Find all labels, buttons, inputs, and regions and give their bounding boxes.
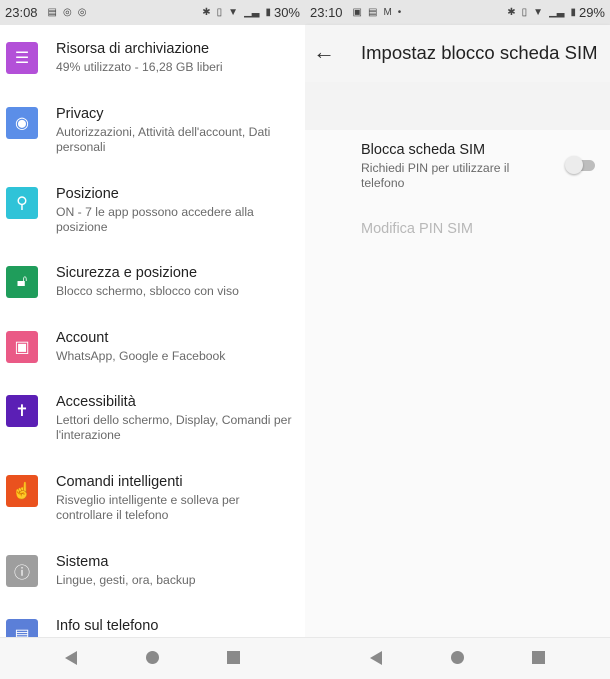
notes-icon: ▤ (47, 7, 57, 18)
lock-sim-title: Blocca scheda SIM (361, 142, 486, 158)
location-pin-icon: ⚲ (6, 187, 38, 219)
vibrate-icon: ▯ (521, 7, 528, 18)
settings-item-subtitle: Autorizzazioni, Attività dell'account, D… (56, 125, 271, 154)
settings-item[interactable]: ▣ Account WhatsApp, Google e Facebook (0, 330, 305, 390)
settings-panel: 23:08 ▤ ◎ ◎ ✱ ▯ ▼ ▁▃ ▮ 30% ☰ Risorsa di … (0, 0, 305, 679)
navigation-bar (305, 637, 610, 679)
status-bar: 23:10 ▣ ▤ M • ✱ ▯ ▼ ▁▃ ▮ 29% (305, 0, 610, 25)
battery-level: 29% (578, 5, 605, 20)
signal-icon: ▁▃ (244, 7, 260, 18)
home-nav-icon[interactable] (146, 651, 159, 664)
dot-icon: • (397, 7, 402, 18)
privacy-eye-icon: ◉ (6, 107, 38, 139)
status-time: 23:10 (310, 5, 343, 20)
recents-nav-icon[interactable] (227, 651, 240, 664)
settings-item-title: Risorsa di archiviazione (56, 41, 210, 57)
lock-sim-subtitle: Richiedi PIN per utilizzare il telefono (361, 161, 510, 190)
battery-icon: ▮ (265, 7, 271, 18)
storage-icon: ☰ (6, 42, 38, 74)
signal-icon: ▁▃ (549, 7, 565, 18)
settings-item-title: Sicurezza e posizione (56, 265, 198, 281)
settings-item[interactable]: 🔓︎ Sicurezza e posizione Blocco schermo,… (0, 265, 305, 325)
account-icon: ▣ (6, 331, 38, 363)
status-bar: 23:08 ▤ ◎ ◎ ✱ ▯ ▼ ▁▃ ▮ 30% (0, 0, 305, 25)
settings-item[interactable]: ☰ Risorsa di archiviazione 49% utilizzat… (0, 41, 305, 101)
toolbar: ← Impostaz blocco scheda SIM (305, 25, 610, 82)
sim-lock-panel: 23:10 ▣ ▤ M • ✱ ▯ ▼ ▁▃ ▮ 29% ← Impostaz … (305, 0, 610, 679)
battery-level: 30% (273, 5, 300, 20)
notes-icon: ▤ (368, 7, 378, 18)
back-nav-icon[interactable] (65, 651, 77, 665)
settings-item-title: Comandi intelligenti (56, 474, 183, 490)
settings-item-title: Accessibilità (56, 394, 136, 410)
hand-gesture-icon: ☝ (6, 475, 38, 507)
battery-icon: ▮ (570, 7, 576, 18)
spacer-band (305, 82, 610, 130)
settings-item-title: Sistema (56, 554, 109, 570)
wifi-icon: ▼ (533, 7, 544, 18)
image-icon: ▣ (352, 7, 362, 18)
vpn-icon: ◎ (63, 7, 72, 18)
settings-item-subtitle: Lettori dello schermo, Display, Comandi … (56, 413, 292, 442)
info-circle-icon: ⓘ (6, 555, 38, 587)
settings-item-subtitle: ON - 7 le app possono accedere alla posi… (56, 205, 254, 234)
settings-item[interactable]: ☝ Comandi intelligenti Risveglio intelli… (0, 474, 305, 534)
settings-item[interactable]: ⚲ Posizione ON - 7 le app possono accede… (0, 186, 305, 246)
settings-item-subtitle: Lingue, gesti, ora, backup (56, 573, 196, 587)
settings-item[interactable]: ✝ Accessibilità Lettori dello schermo, D… (0, 394, 305, 454)
lock-sim-toggle[interactable] (565, 156, 595, 174)
bluetooth-icon: ✱ (507, 7, 516, 18)
settings-item-subtitle: Blocco schermo, sblocco con viso (56, 284, 239, 298)
gmail-icon: M (383, 7, 392, 18)
settings-item-title: Info sul telefono (56, 618, 159, 634)
settings-item-title: Privacy (56, 106, 104, 122)
navigation-bar (0, 637, 305, 679)
settings-item-subtitle: Risveglio intelligente e solleva per con… (56, 493, 240, 522)
change-pin-item[interactable]: Modifica PIN SIM (361, 221, 473, 237)
page-title: Impostaz blocco scheda SIM (361, 42, 598, 63)
settings-item-title: Account (56, 330, 109, 346)
bluetooth-icon: ✱ (202, 7, 211, 18)
home-nav-icon[interactable] (451, 651, 464, 664)
lock-open-icon: 🔓︎ (6, 266, 38, 298)
settings-item-subtitle: 49% utilizzato - 16,28 GB liberi (56, 60, 223, 74)
settings-item-subtitle: WhatsApp, Google e Facebook (56, 349, 226, 363)
settings-item[interactable]: ⓘ Sistema Lingue, gesti, ora, backup (0, 554, 305, 614)
recents-nav-icon[interactable] (532, 651, 545, 664)
settings-item[interactable]: ◉ Privacy Autorizzazioni, Attività dell'… (0, 106, 305, 166)
wifi-icon: ▼ (228, 7, 239, 18)
back-arrow-icon[interactable]: ← (313, 39, 335, 65)
vpn-icon: ◎ (77, 7, 87, 18)
settings-item-title: Posizione (56, 186, 119, 202)
status-time: 23:08 (5, 5, 38, 20)
back-nav-icon[interactable] (370, 651, 382, 665)
accessibility-icon: ✝ (6, 395, 38, 427)
vibrate-icon: ▯ (216, 7, 223, 18)
